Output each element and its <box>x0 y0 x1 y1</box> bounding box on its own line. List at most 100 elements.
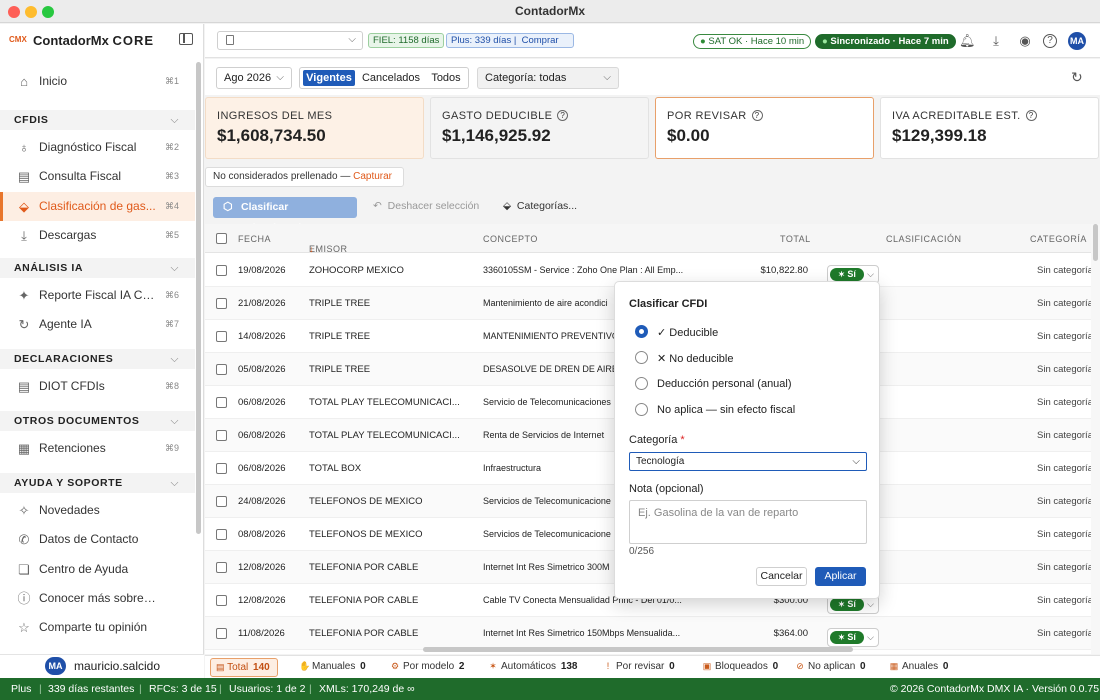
option-no-aplica-radio[interactable] <box>635 403 648 416</box>
section-header-4[interactable]: AYUDA Y SOPORTE ⌵ <box>0 473 195 493</box>
brand: CMX ContadorMx CORE <box>0 24 204 60</box>
capture-link[interactable]: Capturar <box>353 171 392 182</box>
categories-button[interactable]: ⬙ Categorías... <box>503 200 577 212</box>
row-checkbox[interactable] <box>216 364 227 375</box>
section-header-2[interactable]: DECLARACIONES ⌵ <box>0 349 195 369</box>
buy-link[interactable]: Comprar <box>522 35 559 46</box>
info-icon[interactable]: ? <box>751 110 763 121</box>
cell-fecha: 12/08/2026 <box>238 562 286 573</box>
eye-icon[interactable]: ◉ <box>1017 33 1033 49</box>
download-icon[interactable]: ⤓ <box>988 33 1004 49</box>
copy-icon[interactable] <box>226 35 234 45</box>
minimize-window-button[interactable] <box>25 6 37 18</box>
cell-categoria: Sin categoría <box>1037 496 1091 507</box>
stat-calendar[interactable]: ▦ Anuales 0 <box>889 661 949 672</box>
option-deduccion-personal-label[interactable]: Deducción personal (anual) <box>657 378 792 390</box>
refresh-icon[interactable]: ↻ <box>1071 69 1083 86</box>
header-categoria[interactable]: CATEGORÍA <box>1030 234 1087 244</box>
note-textarea[interactable] <box>629 500 867 544</box>
table-vertical-scrollbar[interactable] <box>1091 224 1100 654</box>
cancel-button[interactable]: Cancelar <box>756 567 807 586</box>
note-char-count: 0/256 <box>629 546 655 557</box>
stat-wand[interactable]: ✶ Automáticos 138 <box>488 661 577 672</box>
section-header-0[interactable]: CFDIS ⌵ <box>0 110 195 130</box>
card-label: INGRESOS DEL MES <box>217 110 333 122</box>
row-checkbox[interactable] <box>216 265 227 276</box>
sidebar-item-diagnostico[interactable]: ♁ Diagnóstico Fiscal ⌘2 <box>0 133 195 162</box>
header-total[interactable]: TOTAL <box>780 234 811 244</box>
card-por-revisar[interactable]: POR REVISAR? $0.00 <box>655 97 874 159</box>
header-concepto[interactable]: CONCEPTO <box>483 234 538 244</box>
table-horizontal-scrollbar[interactable] <box>423 647 853 652</box>
row-checkbox[interactable] <box>216 397 227 408</box>
classify-selected-button[interactable]: ⬡Clasificar seleccionados <box>213 197 357 234</box>
option-no-deducible-label[interactable]: ✕ No deducible <box>657 352 733 365</box>
sidebar-item-novedades[interactable]: ✧ Novedades <box>0 496 195 525</box>
sidebar-item-conocer-mas[interactable]: ⓘ Conocer más sobre Cont... <box>0 584 195 613</box>
section-header-3[interactable]: OTROS DOCUMENTOS ⌵ <box>0 411 195 431</box>
zoom-window-button[interactable] <box>42 6 54 18</box>
stat-alert[interactable]: ! Por revisar 0 <box>603 661 675 672</box>
info-icon[interactable]: ? <box>1025 110 1037 121</box>
header-avatar[interactable]: MA <box>1068 32 1086 50</box>
cell-emisor: TOTAL PLAY TELECOMUNICACI... <box>309 430 460 441</box>
stat-brain[interactable]: ⚙ Por modelo 2 <box>390 661 465 672</box>
section-header-1[interactable]: ANÁLISIS IA ⌵ <box>0 258 195 278</box>
undo-selection-button[interactable]: ↶ Deshacer selección <box>373 200 479 212</box>
sidebar-item-label: Centro de Ayuda <box>39 561 129 576</box>
cell-emisor: TRIPLE TREE <box>309 298 371 309</box>
sparkle-icon: ✧ <box>18 503 30 518</box>
stat-total[interactable]: ▤ Total 140 <box>210 658 278 677</box>
sidebar-item-agente-ia[interactable]: ↻ Agente IA ⌘7 <box>0 310 195 339</box>
wand-icon: ✶ <box>838 633 845 642</box>
sidebar-item-consulta[interactable]: ▤ Consulta Fiscal ⌘3 <box>0 162 195 191</box>
sidebar-item-descargas[interactable]: ⤓ Descargas ⌘5 <box>0 221 195 250</box>
row-checkbox[interactable] <box>216 331 227 342</box>
option-deducible-label[interactable]: ✓ Deducible <box>657 326 718 339</box>
filter-cancelados[interactable]: Cancelados <box>360 70 422 86</box>
filter-todos[interactable]: Todos <box>426 70 466 86</box>
rfc-selector[interactable]: ⌵ <box>217 31 363 50</box>
option-no-deducible-radio[interactable] <box>635 351 648 364</box>
row-checkbox[interactable] <box>216 562 227 573</box>
sidebar-toggle-icon[interactable] <box>179 33 193 45</box>
tag-icon: ⬡ <box>223 201 233 213</box>
table-row[interactable]: 11/08/2026 TELEFONIA POR CABLE Internet In… <box>205 617 1091 650</box>
stat-ban[interactable]: ⊘ No aplican 0 <box>795 661 865 672</box>
classification-dropdown[interactable]: ✶ Sí ⌵ <box>827 628 879 647</box>
stat-hand[interactable]: ✋ Manuales 0 <box>299 661 366 672</box>
row-checkbox[interactable] <box>216 628 227 639</box>
option-deduccion-personal-radio[interactable] <box>635 377 648 390</box>
month-selector[interactable]: Ago 2026 ⌵ <box>216 67 292 89</box>
sidebar-item-ayuda[interactable]: ❏ Centro de Ayuda <box>0 555 195 584</box>
sidebar-item-contacto[interactable]: ✆ Datos de Contacto <box>0 525 195 554</box>
help-icon[interactable]: ? <box>1043 34 1057 48</box>
row-checkbox[interactable] <box>216 496 227 507</box>
bell-icon[interactable]: 🔔︎ <box>959 33 976 49</box>
row-checkbox[interactable] <box>216 529 227 540</box>
row-checkbox[interactable] <box>216 595 227 606</box>
sidebar-item-reporte-ia[interactable]: ✦ Reporte Fiscal IA CFDIs ⌘6 <box>0 281 195 310</box>
cell-fecha: 14/08/2026 <box>238 331 286 342</box>
option-no-aplica-label[interactable]: No aplica — sin efecto fiscal <box>657 404 795 416</box>
sidebar-scrollbar[interactable] <box>196 62 201 534</box>
filter-vigentes[interactable]: Vigentes <box>303 70 355 86</box>
sidebar-item-opinion[interactable]: ☆ Comparte tu opinión <box>0 613 195 642</box>
sidebar-item-clasificacion[interactable]: ⬙ Clasificación de gas... ⌘4 <box>0 191 195 221</box>
stat-lock[interactable]: ▣ Bloqueados 0 <box>702 661 778 672</box>
info-icon[interactable]: ? <box>557 110 569 121</box>
sidebar-item-inicio[interactable]: ⌂ Inicio ⌘1 <box>0 67 195 96</box>
user-profile[interactable]: MA mauricio.salcido <box>0 654 204 678</box>
row-checkbox[interactable] <box>216 463 227 474</box>
close-window-button[interactable] <box>8 6 20 18</box>
select-all-checkbox[interactable] <box>216 233 227 244</box>
sidebar-item-retenciones[interactable]: ▦ Retenciones ⌘9 <box>0 434 195 463</box>
apply-button[interactable]: Aplicar <box>815 567 866 586</box>
option-deducible-radio[interactable] <box>635 325 648 338</box>
row-checkbox[interactable] <box>216 430 227 441</box>
row-checkbox[interactable] <box>216 298 227 309</box>
sidebar-item-diot[interactable]: ▤ DIOT CFDIs ⌘8 <box>0 372 195 401</box>
category-filter[interactable]: Categoría: todas ⌵ <box>477 67 619 89</box>
category-select[interactable]: Tecnología ⌵ <box>629 452 867 471</box>
header-fecha[interactable]: FECHA <box>238 234 271 244</box>
